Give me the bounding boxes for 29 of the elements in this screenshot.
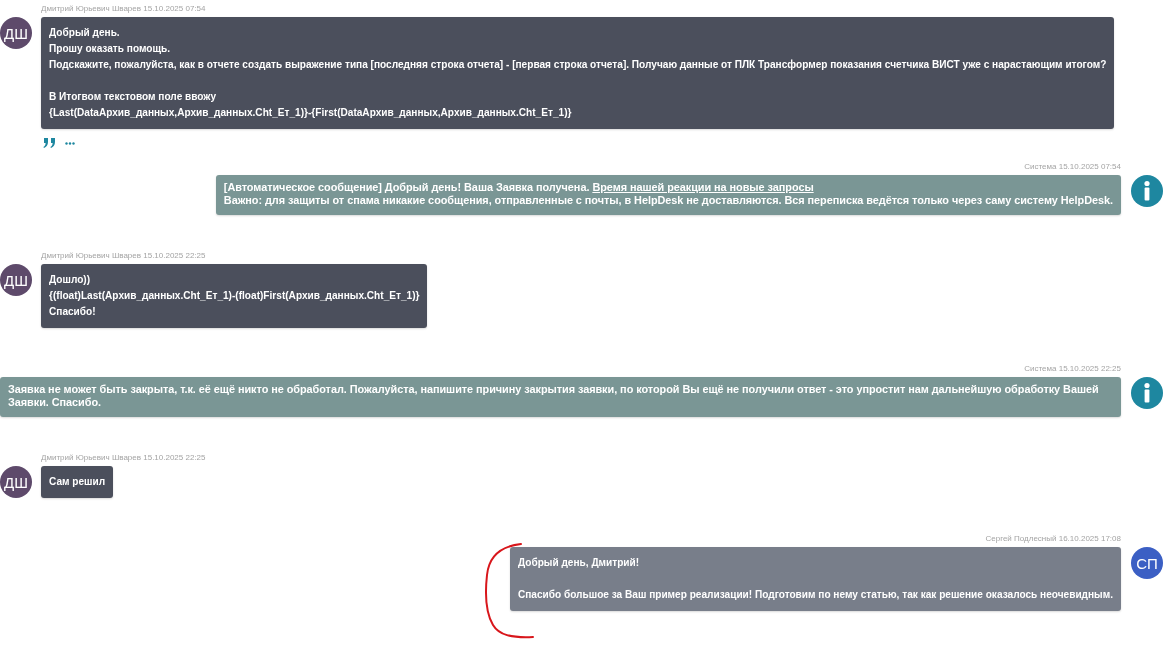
message-text: Заявка не может быть закрыта, т.к. её ещё никто не обработал. Пожалуйста, напишите причину закрытия заявки, по которой Вы ещё не получили ответ - это упростит нам дальнейшую обработку Вашей Заявки. Спасибо. (8, 383, 1100, 409)
message-meta: Дмитрий Юрьевич Шварев 15.10.2025 22:25 (41, 453, 206, 462)
message-meta: Дмитрий Юрьевич Шварев 15.10.2025 07:54 (41, 4, 206, 13)
user-avatar: СП (1131, 547, 1163, 579)
message-text: Спасибо! (49, 305, 97, 319)
message-text: В Итогвом текстовом поле ввожу (49, 90, 218, 104)
user-avatar: ДШ (0, 17, 32, 49)
message-text: {Last(DataАрхив_данных,Архив_данных.Cht_Ет_1)}-{First(DataАрхив_данных,Архив_данных.Cht_Ет_1)} (49, 106, 573, 120)
message-text: Сам решил (49, 475, 106, 489)
message-meta: Система 15.10.2025 22:25 (1024, 364, 1121, 373)
response-time-link[interactable]: Время нашей реакции на новые запросы (592, 181, 814, 193)
message-meta: Дмитрий Юрьевич Шварев 15.10.2025 22:25 (41, 251, 206, 260)
more-icon[interactable] (65, 141, 75, 145)
message-text: [Автоматическое сообщение] Добрый день! Ваша Заявка получена. (223, 181, 591, 193)
user-avatar: ДШ (0, 264, 32, 296)
quote-icon[interactable] (43, 138, 56, 148)
message-meta: Сергей Подлесный 16.10.2025 17:08 (985, 534, 1121, 543)
info-icon (1131, 377, 1163, 409)
message-text: Подскажите, пожалуйста, как в отчете создать выражение типа [последняя строка отчета] - [первая строка отчета]. Получаю данные от ПЛК Трансформер показания счетчика ВИСТ уже с нарастающим итогом? (49, 58, 1107, 72)
message-meta: Система 15.10.2025 07:54 (1024, 162, 1121, 171)
user-avatar: ДШ (0, 466, 32, 498)
message-text: {(float)Last(Архив_данных.Cht_Ет_1)-(float)First(Архив_данных.Cht_Ет_1)} (49, 289, 420, 303)
message-text: Дошло)) (49, 273, 92, 287)
message-text: Важно: для защиты от спама никакие сообщения, отправленные с почты, в HelpDesk не доставляются. Вся переписка ведётся только через саму систему HelpDesk. (223, 194, 1113, 207)
info-icon (1131, 175, 1163, 207)
message-text: Прошу оказать помощь. (49, 42, 171, 56)
message-text: Добрый день, Дмитрий! (517, 556, 641, 570)
message-text: Спасибо большое за Ваш пример реализации! Подготовим по нему статью, так как решение оказалось неочевидным. (517, 588, 1113, 602)
message-text: Добрый день. (49, 26, 121, 40)
